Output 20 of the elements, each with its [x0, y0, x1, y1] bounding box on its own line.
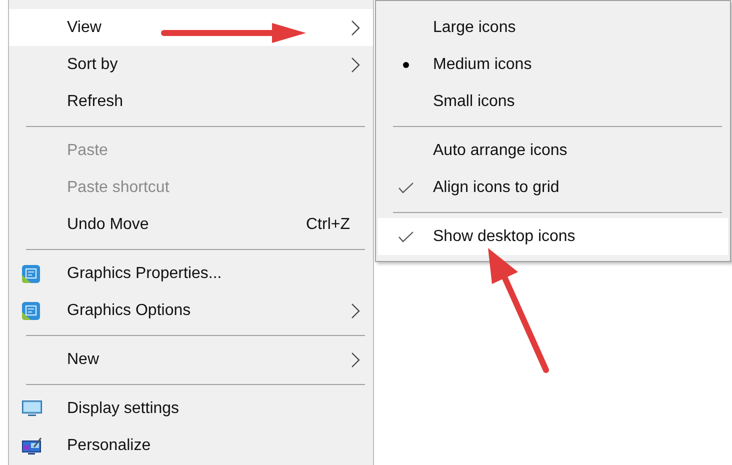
menu-item[interactable]: Graphics Options — [9, 292, 373, 329]
menu-item[interactable]: Display settings — [9, 390, 373, 427]
submenu-item[interactable]: Medium icons — [378, 46, 728, 83]
submenu-item[interactable]: Align icons to grid — [378, 169, 728, 206]
menu-item[interactable]: View — [9, 9, 373, 46]
graphics-app-icon — [22, 264, 40, 282]
monitor-icon — [22, 400, 42, 417]
menu-item[interactable]: New — [9, 341, 373, 378]
graphics-app-icon — [22, 302, 40, 320]
menu-item[interactable]: Undo Move Ctrl+Z — [9, 206, 373, 243]
menu-item[interactable]: Refresh — [9, 83, 373, 120]
menu-item[interactable]: Sort by — [9, 46, 373, 83]
submenu-item[interactable]: Small icons — [378, 83, 728, 120]
submenu-item[interactable]: Auto arrange icons — [378, 132, 728, 169]
submenu-item[interactable]: Show desktop icons — [378, 218, 728, 255]
shortcut-label: Ctrl+Z — [306, 214, 350, 234]
menu-item[interactable]: Personalize — [9, 427, 373, 464]
submenu-item[interactable]: Large icons — [378, 9, 728, 46]
menu-item[interactable]: Graphics Properties... — [9, 255, 373, 292]
paint-monitor-icon — [22, 436, 42, 454]
